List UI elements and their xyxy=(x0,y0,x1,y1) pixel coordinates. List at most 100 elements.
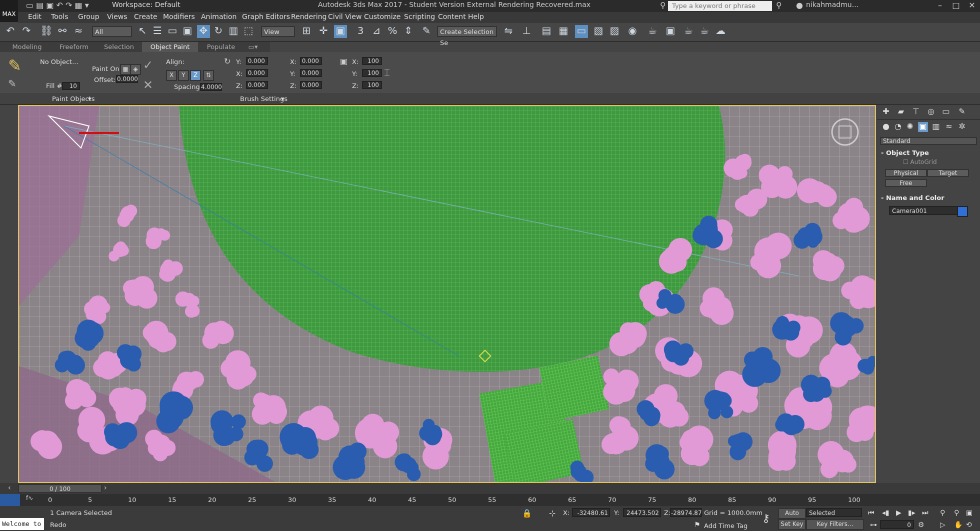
place-icon[interactable]: ⬚ xyxy=(242,25,255,38)
schematic-view-icon[interactable]: ▨ xyxy=(608,25,621,38)
menu-animation[interactable]: Animation xyxy=(201,13,237,21)
menu-views[interactable]: Views xyxy=(107,13,127,21)
menu-civil-view[interactable]: Civil View xyxy=(328,13,362,21)
scale-z-input[interactable]: 100 xyxy=(362,81,382,89)
menu-content[interactable]: Content xyxy=(438,13,466,21)
align-y-toggle[interactable]: Y xyxy=(178,70,189,81)
redo-icon[interactable]: ↷ xyxy=(20,25,33,38)
align-x-toggle[interactable]: X xyxy=(166,70,177,81)
zoom-extents-icon[interactable]: ▣ xyxy=(966,509,973,517)
render-icon[interactable]: ☕ xyxy=(682,25,695,38)
search-icon[interactable]: ⚲ xyxy=(660,1,666,10)
y-coord-input[interactable]: 24473.502 xyxy=(623,508,661,517)
paint-brush-icon[interactable]: ✎ xyxy=(8,56,28,76)
key-filters-button[interactable]: Key Filters... xyxy=(806,519,864,530)
undo-icon[interactable]: ↶ xyxy=(4,25,17,38)
layer-explorer-icon[interactable]: ▦ xyxy=(557,25,570,38)
next-frame-icon[interactable]: › xyxy=(104,484,112,493)
tab-selection[interactable]: Selection xyxy=(96,42,142,52)
key-mode-icon[interactable]: ⊶ xyxy=(870,521,877,529)
pan-icon[interactable]: ✋ xyxy=(954,521,963,529)
systems-icon[interactable]: ✲ xyxy=(957,122,967,132)
render-setup-icon[interactable]: ☕ xyxy=(646,25,659,38)
bind-space-warp-icon[interactable]: ≈ xyxy=(72,25,85,38)
move-icon[interactable]: ✥ xyxy=(197,25,210,38)
menu-group[interactable]: Group xyxy=(78,13,99,21)
goto-end-icon[interactable]: ⏭ xyxy=(922,509,928,518)
select-by-name-icon[interactable]: ☰ xyxy=(151,25,164,38)
field-of-view-icon[interactable]: ▷ xyxy=(940,521,945,529)
prev-frame-icon[interactable]: ‹ xyxy=(8,484,16,493)
geometry-icon[interactable]: ● xyxy=(881,122,891,132)
helpers-icon[interactable]: ▥ xyxy=(931,122,941,132)
hierarchy-icon[interactable]: ⊤ xyxy=(911,107,921,117)
menu-tools[interactable]: Tools xyxy=(51,13,68,21)
pos-y-input[interactable]: 0.000 xyxy=(300,69,322,77)
user-account[interactable]: nikahmadmu... xyxy=(806,1,859,9)
selection-filter-dropdown[interactable]: All xyxy=(92,26,132,37)
align-icon[interactable]: ⊥ xyxy=(520,25,533,38)
scene-explorer-icon[interactable]: ▤ xyxy=(540,25,553,38)
curve-editor-icon[interactable]: ▧ xyxy=(592,25,605,38)
set-key-button[interactable]: Set Key xyxy=(778,519,806,530)
fill-brush-icon[interactable]: ✎ xyxy=(8,79,22,91)
percent-snap-icon[interactable]: % xyxy=(386,25,399,38)
minimize-icon[interactable]: – xyxy=(932,0,948,12)
tab-object-paint[interactable]: Object Paint xyxy=(142,42,198,52)
free-camera-button[interactable]: Free xyxy=(885,179,927,187)
snaps-toggle-icon[interactable]: 3 xyxy=(354,25,367,38)
binoculars-icon[interactable]: ⚲ xyxy=(776,1,782,10)
motion-icon[interactable]: ◎ xyxy=(926,107,936,117)
search-input[interactable]: Type a keyword or phrase xyxy=(668,1,772,11)
lock-icon[interactable]: 🔒 xyxy=(522,509,532,518)
tab-populate[interactable]: Populate xyxy=(198,42,244,52)
space-warps-icon[interactable]: ≈ xyxy=(944,122,954,132)
track-bar[interactable]: f∿ 0 5 10 15 20 25 30 35 40 45 50 55 60 65 70 75 80 85 90 9… xyxy=(0,494,980,506)
create-icon[interactable]: ✚ xyxy=(881,107,891,117)
align-z-toggle[interactable]: Z xyxy=(190,70,201,81)
menu-edit[interactable]: Edit xyxy=(28,13,42,21)
shapes-icon[interactable]: ◔ xyxy=(893,122,903,132)
mini-curve-editor-icon[interactable] xyxy=(0,494,20,506)
scale-icon[interactable]: ▥ xyxy=(227,25,240,38)
edit-named-selection-icon[interactable]: ✎ xyxy=(420,25,433,38)
name-color-header[interactable]: - Name and Color xyxy=(881,194,944,202)
window-crossing-icon[interactable]: ▣ xyxy=(181,25,194,38)
utilities-icon[interactable]: ✎ xyxy=(957,107,967,117)
workspace-selector[interactable]: Workspace: Default xyxy=(112,1,180,9)
render-frame-icon[interactable]: ▣ xyxy=(664,25,677,38)
next-key-icon[interactable]: ▮▸ xyxy=(908,509,915,517)
chevron-down-icon[interactable]: ▾ xyxy=(281,95,284,103)
time-slider[interactable]: 0 / 100 › ‹ xyxy=(0,483,980,494)
lock-scale-icon[interactable]: ⌶ xyxy=(384,68,392,86)
absolute-mode-icon[interactable]: ⊹ xyxy=(549,509,556,518)
goto-start-icon[interactable]: ⏮ xyxy=(868,509,874,518)
add-time-tag[interactable]: Add Time Tag xyxy=(704,522,748,530)
menu-graph-editors[interactable]: Graph Editors xyxy=(242,13,290,21)
paint-on-selected-icon[interactable]: ◈ xyxy=(130,64,141,75)
flip-axis-icon[interactable]: ⇅ xyxy=(203,70,214,81)
spacing-input[interactable]: 4.0000 xyxy=(200,83,222,91)
reference-coordinate-dropdown[interactable]: View xyxy=(261,26,295,37)
rect-selection-icon[interactable]: ▭ xyxy=(166,25,179,38)
display-icon[interactable]: ▭ xyxy=(941,107,951,117)
category-dropdown[interactable]: Standard xyxy=(880,137,977,145)
pos-x-input[interactable]: 0.000 xyxy=(300,57,322,65)
physical-camera-button[interactable]: Physical xyxy=(885,169,927,177)
play-icon[interactable]: ▶ xyxy=(896,509,901,517)
menu-help[interactable]: Help xyxy=(468,13,484,21)
x-coord-input[interactable]: -32480.61 xyxy=(572,508,610,517)
rot-z-input[interactable]: 0.000 xyxy=(246,81,268,89)
rot-y-input[interactable]: 0.000 xyxy=(246,57,268,65)
angle-snap-icon[interactable]: ⊿ xyxy=(370,25,383,38)
modify-icon[interactable]: ▰ xyxy=(896,107,906,117)
lights-icon[interactable]: ✺ xyxy=(905,122,915,132)
pivot-center-icon[interactable]: ⊞ xyxy=(300,25,313,38)
checkmark-icon[interactable]: ✓ xyxy=(143,58,157,72)
tab-modeling[interactable]: Modeling xyxy=(2,42,52,52)
chevron-down-icon[interactable]: ▾ xyxy=(88,95,91,103)
scale-y-input[interactable]: 100 xyxy=(362,69,382,77)
spinner-snap-icon[interactable]: ⇕ xyxy=(402,25,415,38)
quick-access-icons[interactable]: ▭ ▤ ▣ ↶ ↷ ▦ ▾ xyxy=(26,1,89,10)
maxscript-listener[interactable]: Welcome to xyxy=(0,518,44,530)
